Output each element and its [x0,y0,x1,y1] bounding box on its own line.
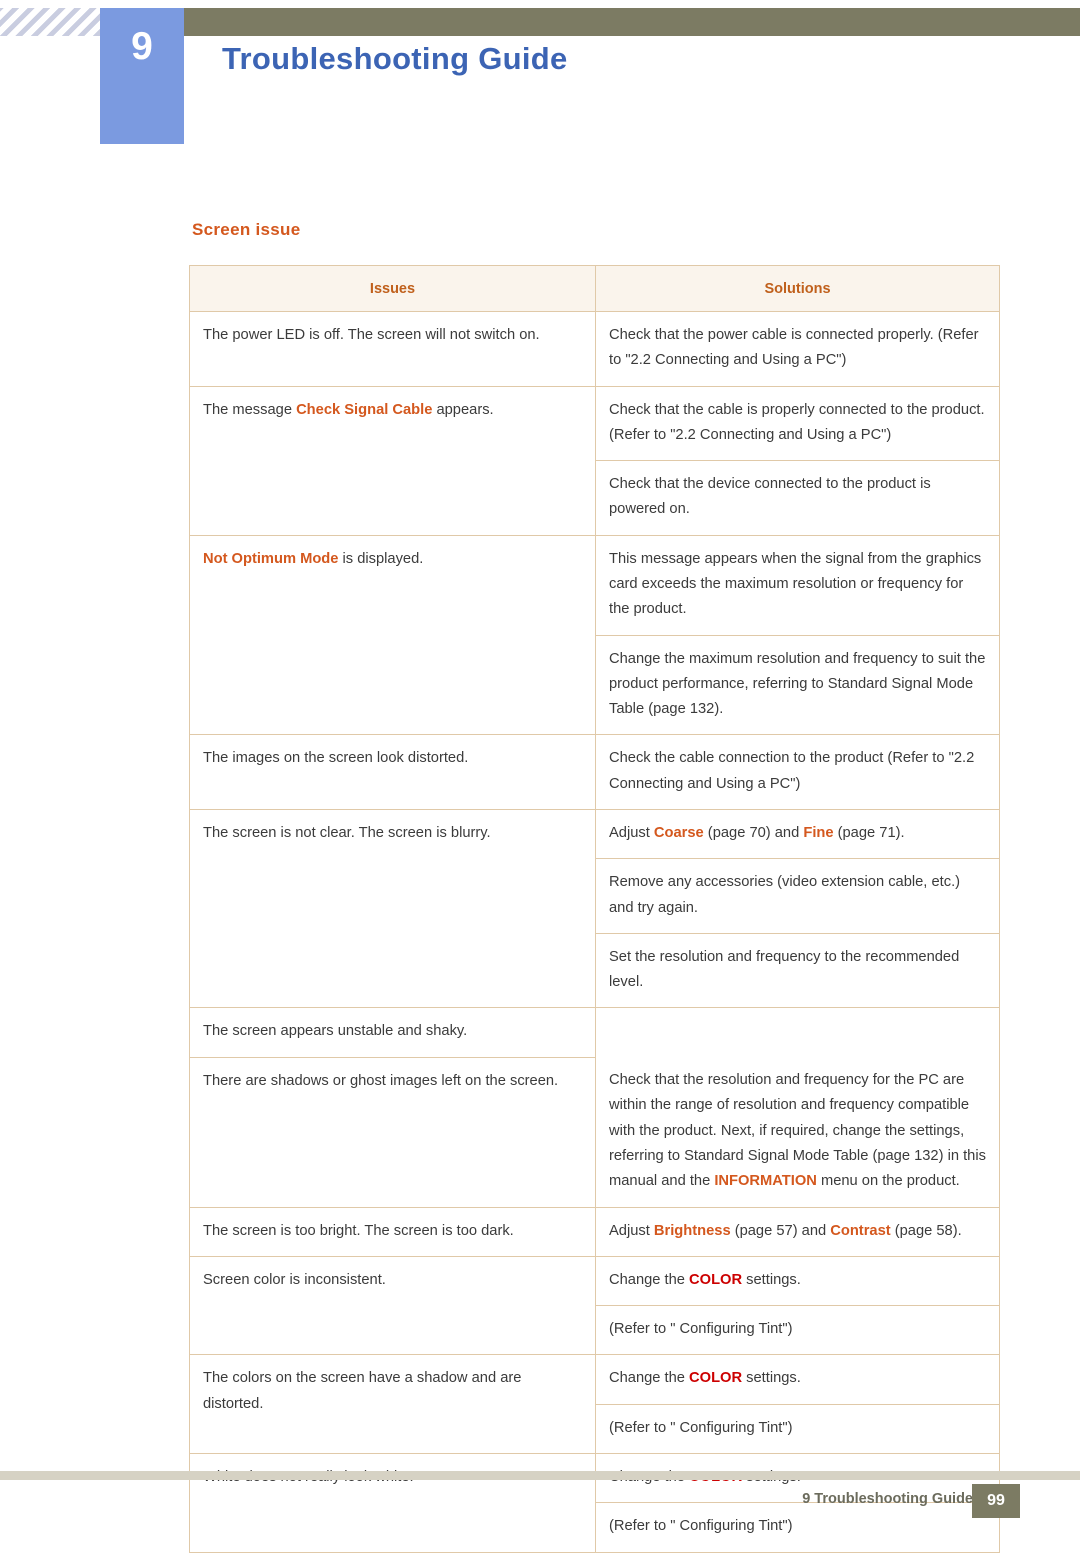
table-row: The power LED is off. The screen will no… [189,311,1000,387]
footer-rule [0,1471,1080,1480]
issue-cell: White does not really look white. [189,1452,596,1553]
solution-cell: Remove any accessories (video extension … [595,858,1000,934]
issue-cell: Screen color is inconsistent. [189,1255,596,1356]
issue-cell: The power LED is off. The screen will no… [189,311,596,387]
footer-label: 9 Troubleshooting Guide [802,1491,973,1507]
solution-cell: Change the maximum resolution and freque… [595,634,1000,736]
screen-issue-table: Issues Solutions The power LED is off. T… [189,265,1000,1553]
solution-cell: Adjust Coarse (page 70) and Fine (page 7… [595,808,1000,860]
solution-cell: This message appears when the signal fro… [595,534,1000,636]
highlighted-term: Check Signal Cable [296,401,433,418]
section-title: Screen issue [192,220,301,239]
table-row: Not Optimum Mode is displayed. This messa… [189,534,1000,736]
issue-cell: The screen is not clear. The screen is b… [189,808,596,1009]
table-row: The screen is not clear. The screen is b… [189,808,1000,1009]
solution-cell: (Refer to " Configuring Tint") [595,1403,1000,1454]
table-row: The images on the screen look distorted.… [189,734,1000,810]
page-header: 9 Troubleshooting Guide [0,0,1080,146]
issue-cell: The message Check Signal Cable appears. [189,385,596,536]
highlighted-term: COLOR [689,1370,743,1387]
table-row: Screen color is inconsistent. Change the … [189,1255,1000,1356]
table-header-row: Issues Solutions [189,265,1000,312]
highlighted-term: Fine [803,824,834,841]
table-row: The message Check Signal Cable appears. C… [189,385,1000,536]
solution-cell: Check the cable connection to the produc… [595,734,1000,810]
solution-cell [595,1007,1000,1058]
highlighted-term: Not Optimum Mode [203,550,339,567]
highlighted-term: Coarse [653,824,704,841]
solution-cell: Check that the device connected to the p… [595,460,1000,536]
table-row: There are shadows or ghost images left o… [189,1056,1000,1208]
table-row: The screen appears unstable and shaky. [189,1007,1000,1058]
issue-cell: The images on the screen look distorted. [189,734,596,810]
header-bar-decoration [184,8,1080,36]
highlighted-term: Brightness [653,1222,731,1239]
solution-cell: Check that the cable is properly connect… [595,385,1000,462]
highlighted-term: Contrast [830,1222,891,1239]
solution-cell: (Refer to " Configuring Tint") [595,1305,1000,1356]
page-title: Troubleshooting Guide [222,41,568,76]
issue-cell: The screen appears unstable and shaky. [189,1007,596,1058]
solution-cell: (Refer to " Configuring Tint") [595,1502,1000,1553]
table-row: The screen is too bright. The screen is … [189,1206,1000,1257]
header-hatch-decoration [0,8,100,36]
table-body: The power LED is off. The screen will no… [189,311,1000,1553]
issue-cell: There are shadows or ghost images left o… [189,1056,596,1208]
solution-cell: Set the resolution and frequency to the … [595,932,1000,1009]
highlighted-term: INFORMATION [714,1173,817,1190]
highlighted-term: COLOR [689,1271,743,1288]
solution-cell: Change the COLOR settings. [595,1255,1000,1307]
table-row: The colors on the screen have a shadow a… [189,1354,1000,1454]
solution-cell: Check that the power cable is connected … [595,311,1000,387]
column-header-solutions: Solutions [595,265,1000,312]
issue-cell: The screen is too bright. The screen is … [189,1206,596,1257]
chapter-number-badge: 9 [100,8,184,144]
issue-cell: The colors on the screen have a shadow a… [189,1354,596,1454]
solution-cell: Adjust Brightness (page 57) and Contrast… [595,1206,1000,1257]
page-number-badge: 99 [972,1484,1020,1518]
solution-cell: Change the COLOR settings. [595,1354,1000,1405]
column-header-issues: Issues [189,265,596,312]
solution-cell: Check that the resolution and frequency … [595,1057,1000,1208]
issue-cell: Not Optimum Mode is displayed. [189,534,596,736]
